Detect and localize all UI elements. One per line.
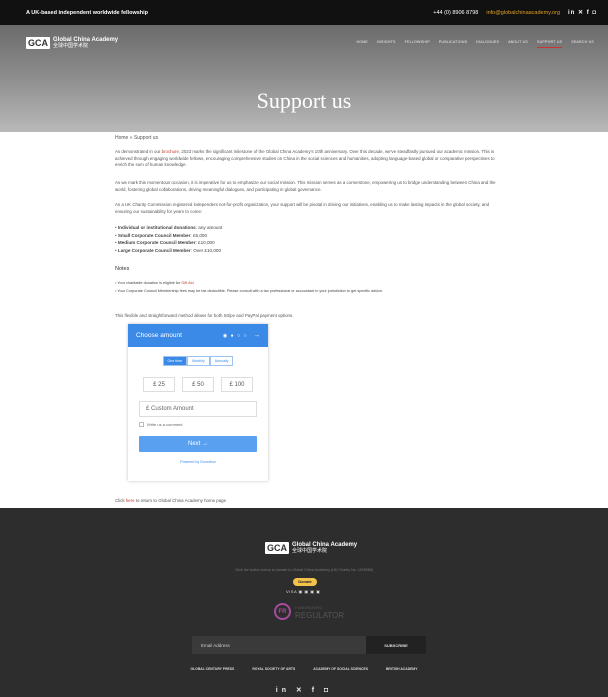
amount-option[interactable]: £ 100 [221,377,253,392]
tagline: A UK-based independent worldwide fellows… [26,9,149,16]
phone-link[interactable]: +44 (0) 8906 8798 [433,10,478,16]
notes-list: Your charitable donation is eligible for… [115,281,500,296]
nav-item-dialogues[interactable]: DIALOGUES [476,40,499,48]
frequency-one-time[interactable]: One time [162,356,188,366]
partner-link[interactable]: GLOBAL CENTURY PRESS [190,667,234,671]
fundraising-regulator-badge[interactable]: FR FUNDRAISING REGULATOR [274,603,344,620]
list-item: Small Corporate Council Member: £5,000 [115,233,500,238]
nav-item-search[interactable]: SEARCH US [571,40,594,48]
payment-cards: VISA ▣ ▣ ▣ ▣ [286,589,321,594]
donation-form-header: Choose amount ◉ ● ○ ○ → [128,324,268,347]
custom-amount-input[interactable]: £ Custom Amount [139,401,257,417]
list-item: Individual or institutional donations: a… [115,225,500,230]
nav-item-about[interactable]: ABOUT US [508,40,528,48]
partner-link[interactable]: ROYAL SOCIETY OF ARTS [252,667,295,671]
paypal-donate-button[interactable]: Donate [293,578,317,586]
newsletter-form: Email Address SUBSCRIBE [192,636,426,654]
step-indicator: ◉ ● ○ ○ [222,332,248,339]
arrow-right-icon[interactable]: → [254,332,261,339]
list-item: Your Corporate Council Membership fees m… [115,289,500,293]
intro-paragraph-1: As demonstrated in our brochure, 2023 ma… [115,149,495,167]
intro-paragraph-2: As we mark this momentous occasion, it i… [115,180,496,192]
logo-chinese: 全球中国学术院 [53,43,89,49]
amount-option[interactable]: £ 50 [182,377,214,392]
nav-item-home[interactable]: HOME [356,40,368,48]
nav-item-publications[interactable]: PUBLICATIONS [439,40,468,48]
frequency-monthly[interactable]: Monthly [187,356,210,366]
payment-note: This flexible and straightforward method… [115,313,294,318]
breadcrumb[interactable]: Home » Support us [115,135,500,141]
powered-by-link[interactable]: Powered by Donorbox [128,460,268,464]
footer-donate-note: Click the button below to donate to Glob… [234,568,374,572]
list-item: Large Corporate Council Member: Over £10… [115,248,500,253]
logo-abbr: GCA [26,37,50,49]
checkbox-icon[interactable] [139,422,144,427]
page-title: Support us [256,88,352,113]
site-logo[interactable]: GCA Global China Academy 全球中国学术院 [26,37,118,49]
partner-link[interactable]: BRITISH ACADEMY [386,667,418,671]
next-button[interactable]: Next → [139,436,257,452]
list-item: Medium Corporate Council Member: £10,000 [115,240,500,245]
nav-item-fellowship[interactable]: FELLOWSHIP [405,40,430,48]
nav-item-insights[interactable]: INSIGHTS [377,40,396,48]
home-return-link[interactable]: here [126,498,135,503]
tier-list: Individual or institutional donations: a… [115,225,500,255]
comment-checkbox[interactable]: Write us a comment [139,422,257,427]
partner-links: GLOBAL CENTURY PRESS ROYAL SOCIETY OF AR… [0,667,608,671]
gift-aid-link[interactable]: Gift Aid [181,281,193,285]
main-nav: HOME INSIGHTS FELLOWSHIP PUBLICATIONS DI… [356,40,594,48]
email-input[interactable]: Email Address [192,636,366,654]
nav-item-support[interactable]: SUPPORT US [536,40,563,48]
footer-social-icons[interactable]: in ✕ f ◘ [0,686,608,694]
partner-link[interactable]: ACADEMY OF SOCIAL SCIENCES [313,667,368,671]
subscribe-button[interactable]: SUBSCRIBE [366,636,426,654]
frequency-toggle: One time Monthly Annually [128,356,268,366]
brochure-link[interactable]: brochure [162,149,179,154]
top-bar: A UK-based independent worldwide fellows… [0,0,608,25]
list-item: Your charitable donation is eligible for… [115,281,500,285]
amount-option[interactable]: £ 25 [143,377,175,392]
donation-form: Choose amount ◉ ● ○ ○ → One time Monthly… [128,324,268,481]
intro-paragraph-3: As a UK Charity Commission registered in… [115,202,490,214]
amount-options: £ 25 £ 50 £ 100 [128,377,268,392]
email-link[interactable]: info@globalchinaacademy.org [486,10,560,16]
social-icons[interactable]: in ✕ f ◘ [568,9,597,16]
frequency-annually[interactable]: Annually [209,356,234,366]
return-note: Click here to return to Global China Aca… [115,498,227,503]
notes-heading: Notes [115,266,130,272]
footer-logo[interactable]: GCA Global China Academy 全球中国学术院 [265,542,357,554]
